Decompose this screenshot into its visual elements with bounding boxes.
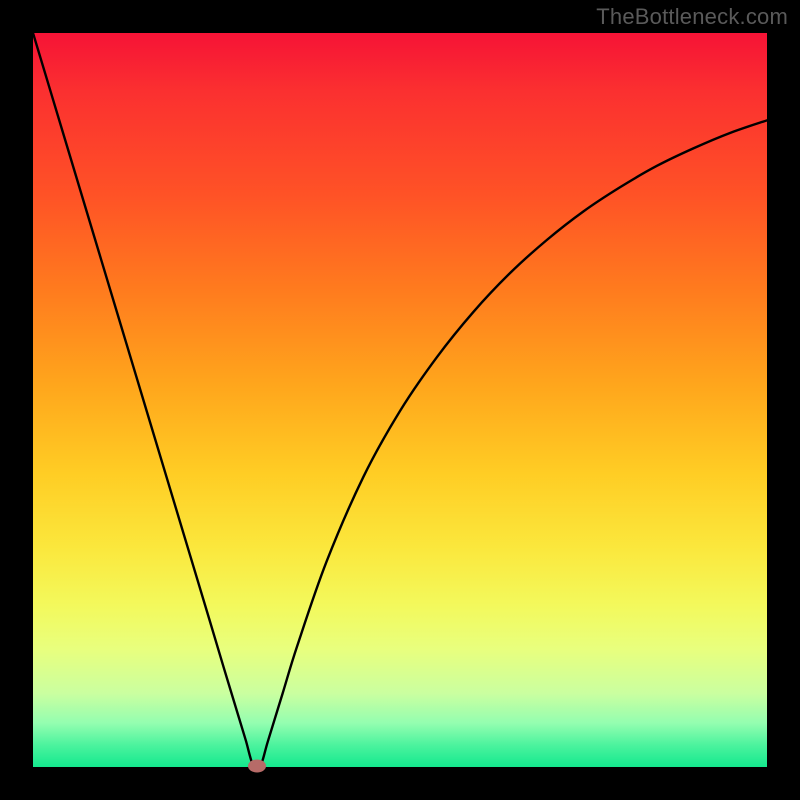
watermark-text: TheBottleneck.com bbox=[596, 4, 788, 30]
minimum-marker bbox=[248, 759, 266, 772]
plot-area bbox=[33, 33, 767, 767]
chart-frame: TheBottleneck.com bbox=[0, 0, 800, 800]
bottleneck-curve bbox=[33, 33, 767, 767]
curve-svg bbox=[33, 33, 767, 767]
